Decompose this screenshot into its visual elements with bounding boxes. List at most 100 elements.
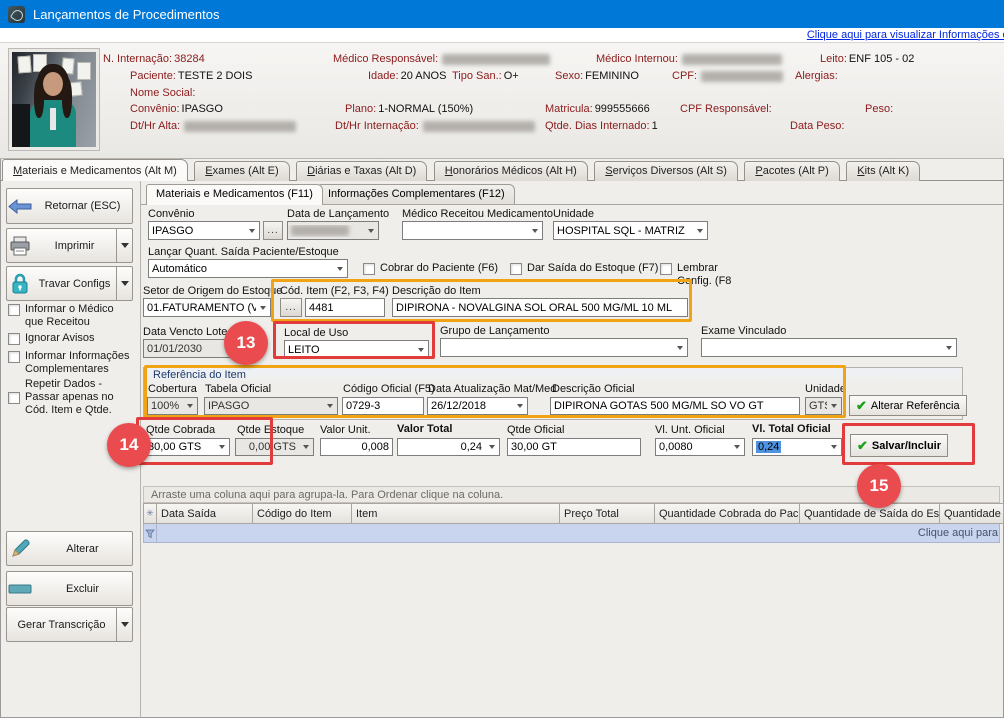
tabela-oficial-select[interactable]: IPASGO bbox=[204, 397, 338, 415]
step-badge-13: 13 bbox=[224, 321, 268, 365]
chevron-down-icon bbox=[303, 445, 309, 449]
checkbox-repetir-dados[interactable]: Repetir Dados - Passar apenas no Cód. It… bbox=[8, 378, 134, 417]
checkbox-ignorar-avisos[interactable]: Ignorar Avisos bbox=[8, 332, 134, 345]
convenio-label: Convênio bbox=[148, 208, 194, 220]
local-uso-select[interactable]: LEITO bbox=[284, 340, 429, 359]
unidade-oficial-label: Unidade bbox=[805, 383, 846, 395]
cod-item-label: Cód. Item (F2, F3, F4) bbox=[280, 285, 389, 297]
codigo-oficial-input[interactable]: 0729-3 bbox=[342, 397, 424, 415]
title-bar: Lançamentos de Procedimentos bbox=[0, 0, 1004, 28]
tab-pacotes[interactable]: Pacotes (Alt P) bbox=[744, 161, 839, 181]
checkbox-label: Repetir Dados - Passar apenas no Cód. It… bbox=[25, 378, 134, 417]
checkbox-icon[interactable] bbox=[510, 263, 522, 275]
cobertura-select[interactable]: 100% bbox=[147, 397, 198, 415]
cod-item-browse-button[interactable]: ... bbox=[280, 298, 302, 317]
column-header-item[interactable]: Item bbox=[352, 503, 560, 524]
lancar-quant-select[interactable]: Automático bbox=[148, 259, 348, 278]
column-header-qtde-cobrada-paciente[interactable]: Quantidade Cobrada do Paciente bbox=[655, 503, 800, 524]
grupo-lancamento-select[interactable] bbox=[440, 338, 688, 357]
gerar-transcricao-button[interactable]: Gerar Transcrição bbox=[6, 607, 133, 642]
column-header-data-saida[interactable]: Data Saída bbox=[157, 503, 253, 524]
qtde-estoque-label: Qtde Estoque bbox=[237, 424, 304, 436]
filter-row-hint[interactable]: Clique aqui para bbox=[918, 527, 998, 539]
medico-receitou-select[interactable] bbox=[402, 221, 543, 240]
data-atualizacao-label: Data Atualização Mat/Med bbox=[428, 383, 556, 395]
unidade-oficial-select[interactable]: GTS bbox=[805, 397, 842, 415]
descricao-item-input[interactable]: DIPIRONA - NOVALGINA SOL ORAL 500 MG/ML … bbox=[392, 298, 688, 317]
chevron-down-icon bbox=[121, 281, 129, 286]
travar-configs-dropdown[interactable] bbox=[116, 267, 132, 300]
tabela-oficial-label: Tabela Oficial bbox=[205, 383, 271, 395]
grid-corner-cell[interactable]: ✳ bbox=[143, 503, 157, 524]
column-header-codigo-item[interactable]: Código do Item bbox=[253, 503, 352, 524]
grid-filter-row[interactable] bbox=[143, 524, 1000, 543]
cod-item-input[interactable]: 4481 bbox=[305, 298, 385, 317]
imprimir-dropdown[interactable] bbox=[116, 229, 132, 262]
descricao-oficial-input[interactable]: DIPIRONA GOTAS 500 MG/ML SO VO GT bbox=[550, 397, 800, 415]
vl-unt-oficial-select[interactable]: 0,0080 bbox=[655, 438, 745, 456]
checkbox-icon[interactable] bbox=[8, 333, 20, 345]
travar-configs-button[interactable]: Travar Configs bbox=[6, 266, 133, 301]
info-link[interactable]: Clique aqui para visualizar Informações … bbox=[807, 29, 1004, 41]
checkbox-informar-informacoes[interactable]: Informar Informações Complementares bbox=[8, 350, 134, 376]
tab-materiais-e-medicamentos[interactable]: Materiais e Medicamentos (Alt M) bbox=[2, 159, 188, 181]
checkbox-icon[interactable] bbox=[8, 392, 20, 404]
qtde-cobrada-select[interactable]: 30,00 GTS bbox=[144, 438, 230, 456]
imprimir-button[interactable]: Imprimir bbox=[6, 228, 133, 263]
unidade-select[interactable]: HOSPITAL SQL - MATRIZ bbox=[553, 221, 708, 240]
gerar-transcricao-label: Gerar Transcrição bbox=[7, 619, 116, 631]
checkbox-informar-medico[interactable]: Informar o Médico que Receitou bbox=[8, 303, 134, 329]
data-atualizacao-select[interactable]: 26/12/2018 bbox=[427, 397, 528, 415]
checkbox-lembrar-config[interactable]: Lembrar Config. (F8 bbox=[660, 262, 750, 288]
setor-origem-select[interactable]: 01.FATURAMENTO (VIR bbox=[143, 298, 271, 317]
checkbox-icon[interactable] bbox=[363, 263, 375, 275]
data-lancamento-label: Data de Lançamento bbox=[287, 208, 389, 220]
convenio-browse-button[interactable]: ... bbox=[263, 221, 283, 240]
tab-honorarios-medicos[interactable]: Honorários Médicos (Alt H) bbox=[434, 161, 588, 181]
retornar-label: Retornar (ESC) bbox=[33, 200, 132, 212]
chevron-down-icon bbox=[337, 267, 343, 271]
checkbox-icon[interactable] bbox=[8, 351, 20, 363]
checkbox-dar-saida[interactable]: Dar Saída do Estoque (F7) bbox=[510, 262, 658, 275]
qtde-estoque-select[interactable]: 0,00 GTS bbox=[235, 438, 314, 456]
salvar-incluir-button[interactable]: ✔ Salvar/Incluir bbox=[850, 434, 948, 457]
patient-header-panel: N. Internação:38284 Médico Responsável: … bbox=[0, 42, 1004, 159]
main-tab-strip: Materiais e Medicamentos (Alt M) Exames … bbox=[0, 159, 1004, 181]
valor-unit-input[interactable]: 0,008 bbox=[320, 438, 393, 456]
column-header-preco-total[interactable]: Preço Total bbox=[560, 503, 655, 524]
gerar-transcricao-dropdown[interactable] bbox=[116, 608, 132, 641]
data-lancamento-select[interactable] bbox=[287, 221, 379, 240]
tab-exames[interactable]: Exames (Alt E) bbox=[194, 161, 289, 181]
descricao-item-label: Descrição do Item bbox=[392, 285, 481, 297]
window-title: Lançamentos de Procedimentos bbox=[33, 7, 219, 22]
exame-vinculado-select[interactable] bbox=[701, 338, 957, 357]
tab-informacoes-f12[interactable]: Informações Complementares (F12) bbox=[318, 184, 515, 204]
chevron-down-icon bbox=[677, 346, 683, 350]
field-matricula: Matricula:999555666 bbox=[545, 103, 650, 115]
retornar-button[interactable]: Retornar (ESC) bbox=[6, 188, 133, 224]
excluir-button[interactable]: Excluir bbox=[6, 571, 133, 606]
tab-materiais-f11[interactable]: Materiais e Medicamentos (F11) bbox=[146, 184, 323, 205]
convenio-select[interactable]: IPASGO bbox=[148, 221, 260, 240]
checkbox-icon[interactable] bbox=[660, 263, 672, 275]
checkbox-cobrar-paciente[interactable]: Cobrar do Paciente (F6) bbox=[363, 262, 498, 275]
field-cpf: CPF: bbox=[672, 70, 783, 82]
tab-servicos-diversos[interactable]: Serviços Diversos (Alt S) bbox=[594, 161, 738, 181]
alterar-button[interactable]: Alterar bbox=[6, 531, 133, 566]
vl-total-oficial-select[interactable]: 0,24 bbox=[752, 438, 842, 456]
salvar-incluir-label: Salvar/Incluir bbox=[872, 440, 941, 452]
qtde-oficial-input[interactable]: 30,00 GT bbox=[507, 438, 641, 456]
checkbox-label: Lembrar Config. (F8 bbox=[677, 262, 750, 288]
redacted-value bbox=[701, 71, 783, 82]
check-icon: ✔ bbox=[856, 398, 867, 414]
alterar-referencia-button[interactable]: ✔ Alterar Referência bbox=[849, 395, 967, 416]
step-badge-14: 14 bbox=[107, 423, 151, 467]
chevron-down-icon bbox=[121, 243, 129, 248]
tab-diarias-e-taxas[interactable]: Diárias e Taxas (Alt D) bbox=[296, 161, 427, 181]
valor-total-select[interactable]: 0,24 bbox=[397, 438, 500, 456]
filter-corner-cell[interactable] bbox=[143, 524, 157, 543]
checkbox-icon[interactable] bbox=[8, 304, 20, 316]
column-header-qtde-sa[interactable]: Quantidade de Sa bbox=[940, 503, 1004, 524]
tab-kits[interactable]: Kits (Alt K) bbox=[846, 161, 920, 181]
cobertura-label: Cobertura bbox=[148, 383, 197, 395]
